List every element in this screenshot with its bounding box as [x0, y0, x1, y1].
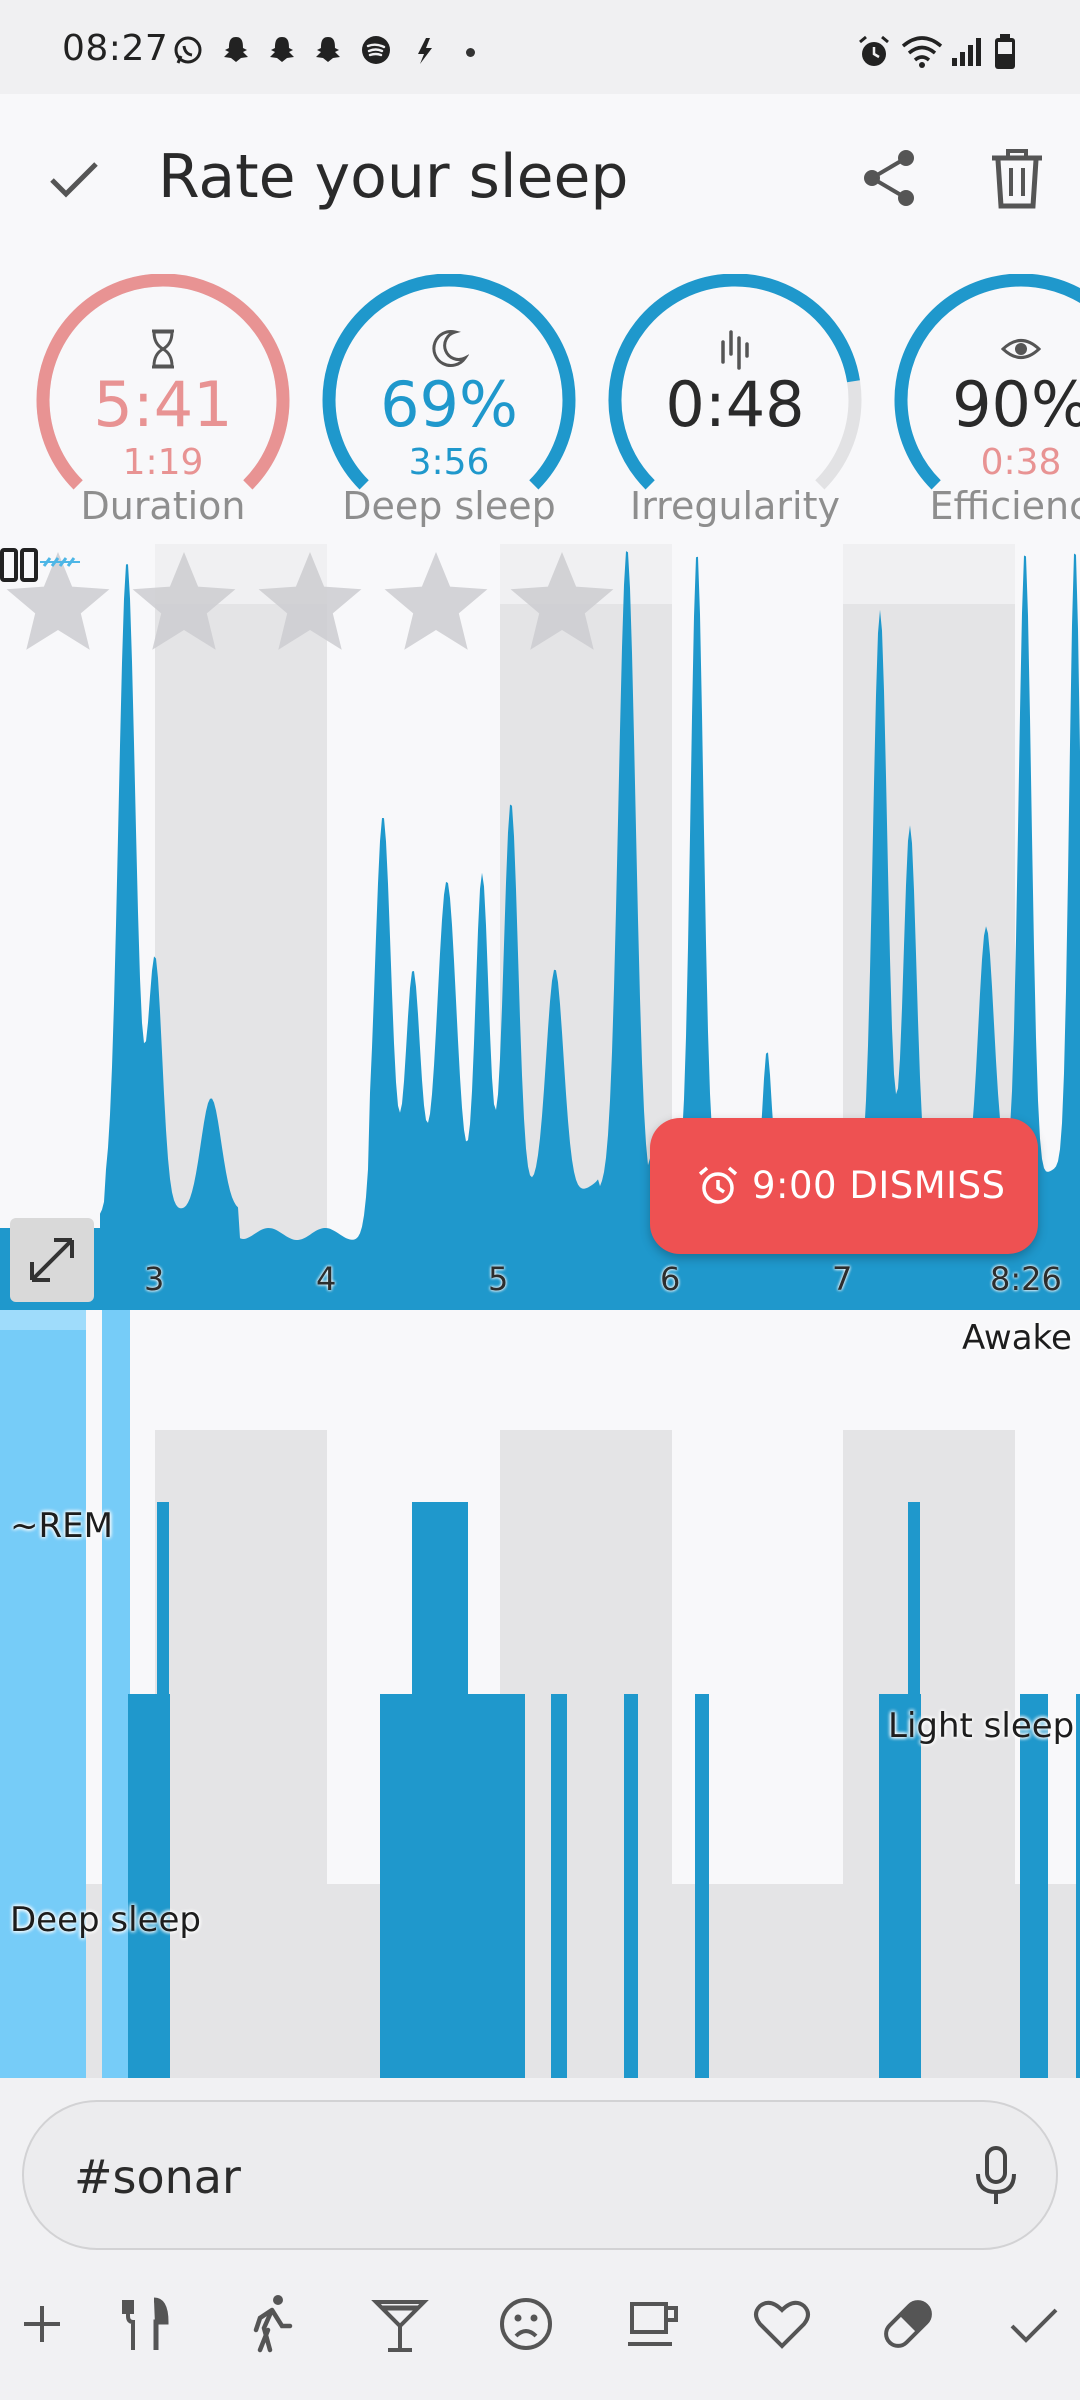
x-tick-label: 6: [660, 1260, 681, 1298]
gauge-subvalue: 3:56: [408, 442, 490, 483]
drink-icon[interactable]: [368, 2292, 432, 2356]
share-icon[interactable]: [858, 146, 922, 210]
snapchat-icon: [316, 37, 340, 62]
gauge-label: Duration: [80, 484, 246, 528]
gauge-value: 0:48: [665, 368, 805, 441]
snapchat-icon: [224, 37, 248, 62]
rating-star: [510, 552, 614, 650]
tag-toolbar: [0, 2258, 1080, 2400]
gauge-label: Deep sleep: [342, 484, 556, 528]
dismiss-alarm-button[interactable]: 9:00 DISMISS: [650, 1118, 1038, 1254]
awake-segment: [102, 1310, 130, 2078]
hourglass-icon: [152, 329, 174, 369]
sleep-phase-segment: [1076, 1694, 1080, 2078]
gauge-value: 90%: [952, 368, 1080, 441]
app-bar: Rate your sleep: [0, 94, 1080, 264]
heart-icon[interactable]: [750, 2292, 814, 2356]
awake-segment: [0, 1310, 86, 2078]
x-tick-label: 8:26: [990, 1260, 1062, 1298]
sleep-activity-chart[interactable]: 3 4 5 6 7 8:26 9:00 DISMISS: [0, 544, 1080, 1310]
rating-star: [384, 552, 488, 650]
tag-input[interactable]: #sonar: [22, 2100, 1058, 2250]
x-tick-label: 7: [832, 1260, 853, 1298]
status-time: 08:27: [62, 28, 169, 69]
rating-star: [258, 552, 362, 650]
sleep-phase-segment: [908, 1502, 920, 2078]
tag-input-text: #sonar: [74, 2150, 241, 2204]
level-label-deep: Deep sleep: [10, 1900, 201, 1940]
sleep-phase-segment: [695, 1694, 709, 2078]
walk-icon[interactable]: [242, 2292, 306, 2356]
wifi-icon: [901, 36, 943, 68]
expand-icon: [30, 1238, 74, 1282]
gauge-irregularity[interactable]: 0:48 Irregularity: [604, 274, 866, 544]
status-bar: 08:27: [0, 0, 1080, 94]
food-icon[interactable]: [114, 2292, 178, 2356]
battery-icon: [995, 34, 1015, 69]
sleep-phase-segment: [624, 1694, 638, 2078]
gauge-subvalue: 0:38: [980, 442, 1062, 483]
notification-app-icon: [418, 38, 432, 64]
sleep-phase-segment: [551, 1694, 567, 2078]
sad-face-icon[interactable]: [494, 2292, 558, 2356]
gauge-efficiency[interactable]: 90% 0:38 Efficiency: [890, 274, 1080, 544]
delete-icon[interactable]: [986, 146, 1048, 210]
x-tick-label: 5: [488, 1260, 509, 1298]
sleep-phase-segment: [1020, 1694, 1048, 2078]
gauge-value: 5:41: [93, 368, 233, 441]
add-icon[interactable]: [10, 2292, 74, 2356]
rating-star: [132, 552, 236, 650]
x-tick-label: 4: [316, 1260, 337, 1298]
irregularity-icon: [721, 330, 749, 370]
sleep-phase-segment: [157, 1502, 169, 2078]
spotify-icon: [362, 36, 390, 64]
done-icon[interactable]: [1002, 2292, 1066, 2356]
sleep-phases-chart[interactable]: Awake ~REM Light sleep Deep sleep: [0, 1310, 1080, 2078]
tag-bar: #sonar: [0, 2078, 1080, 2258]
level-label-rem: ~REM: [10, 1506, 113, 1546]
page-title: Rate your sleep: [158, 142, 629, 212]
sleep-metrics: 5:41 1:19 Duration 69% 3:56 Deep sleep 0…: [0, 264, 1080, 544]
hypnogram: [0, 1310, 1080, 2078]
rating-stars: [6, 552, 614, 650]
coffee-icon[interactable]: [622, 2292, 686, 2356]
snapchat-icon: [270, 37, 294, 62]
alarm-icon: [698, 1166, 738, 1204]
x-tick-label: 3: [144, 1260, 165, 1298]
check-icon[interactable]: [44, 148, 104, 208]
mic-icon[interactable]: [972, 2146, 1020, 2206]
gauge-deep-sleep[interactable]: 69% 3:56 Deep sleep: [318, 274, 580, 544]
expand-button[interactable]: [10, 1218, 94, 1302]
dismiss-label: 9:00 DISMISS: [752, 1164, 1006, 1207]
moon-icon: [432, 330, 469, 367]
gauge-label: Irregularity: [630, 484, 840, 528]
sleep-phase-segment: [412, 1502, 468, 2078]
gauge-duration[interactable]: 5:41 1:19 Duration: [32, 274, 294, 544]
gauge-subvalue: 1:19: [122, 442, 204, 483]
awake-top: [0, 1310, 86, 1330]
gauge-value: 69%: [380, 368, 518, 441]
whatsapp-icon: [174, 36, 202, 64]
eye-icon: [1001, 339, 1041, 359]
more-notifications-dot: [466, 48, 475, 57]
level-label-light: Light sleep: [888, 1706, 1075, 1746]
gauge-label: Efficiency: [929, 484, 1080, 528]
pill-icon[interactable]: [876, 2292, 940, 2356]
alarm-icon: [859, 35, 889, 66]
pause-icon[interactable]: [0, 544, 80, 584]
signal-icon: [952, 38, 981, 66]
level-label-awake: Awake: [962, 1318, 1072, 1358]
